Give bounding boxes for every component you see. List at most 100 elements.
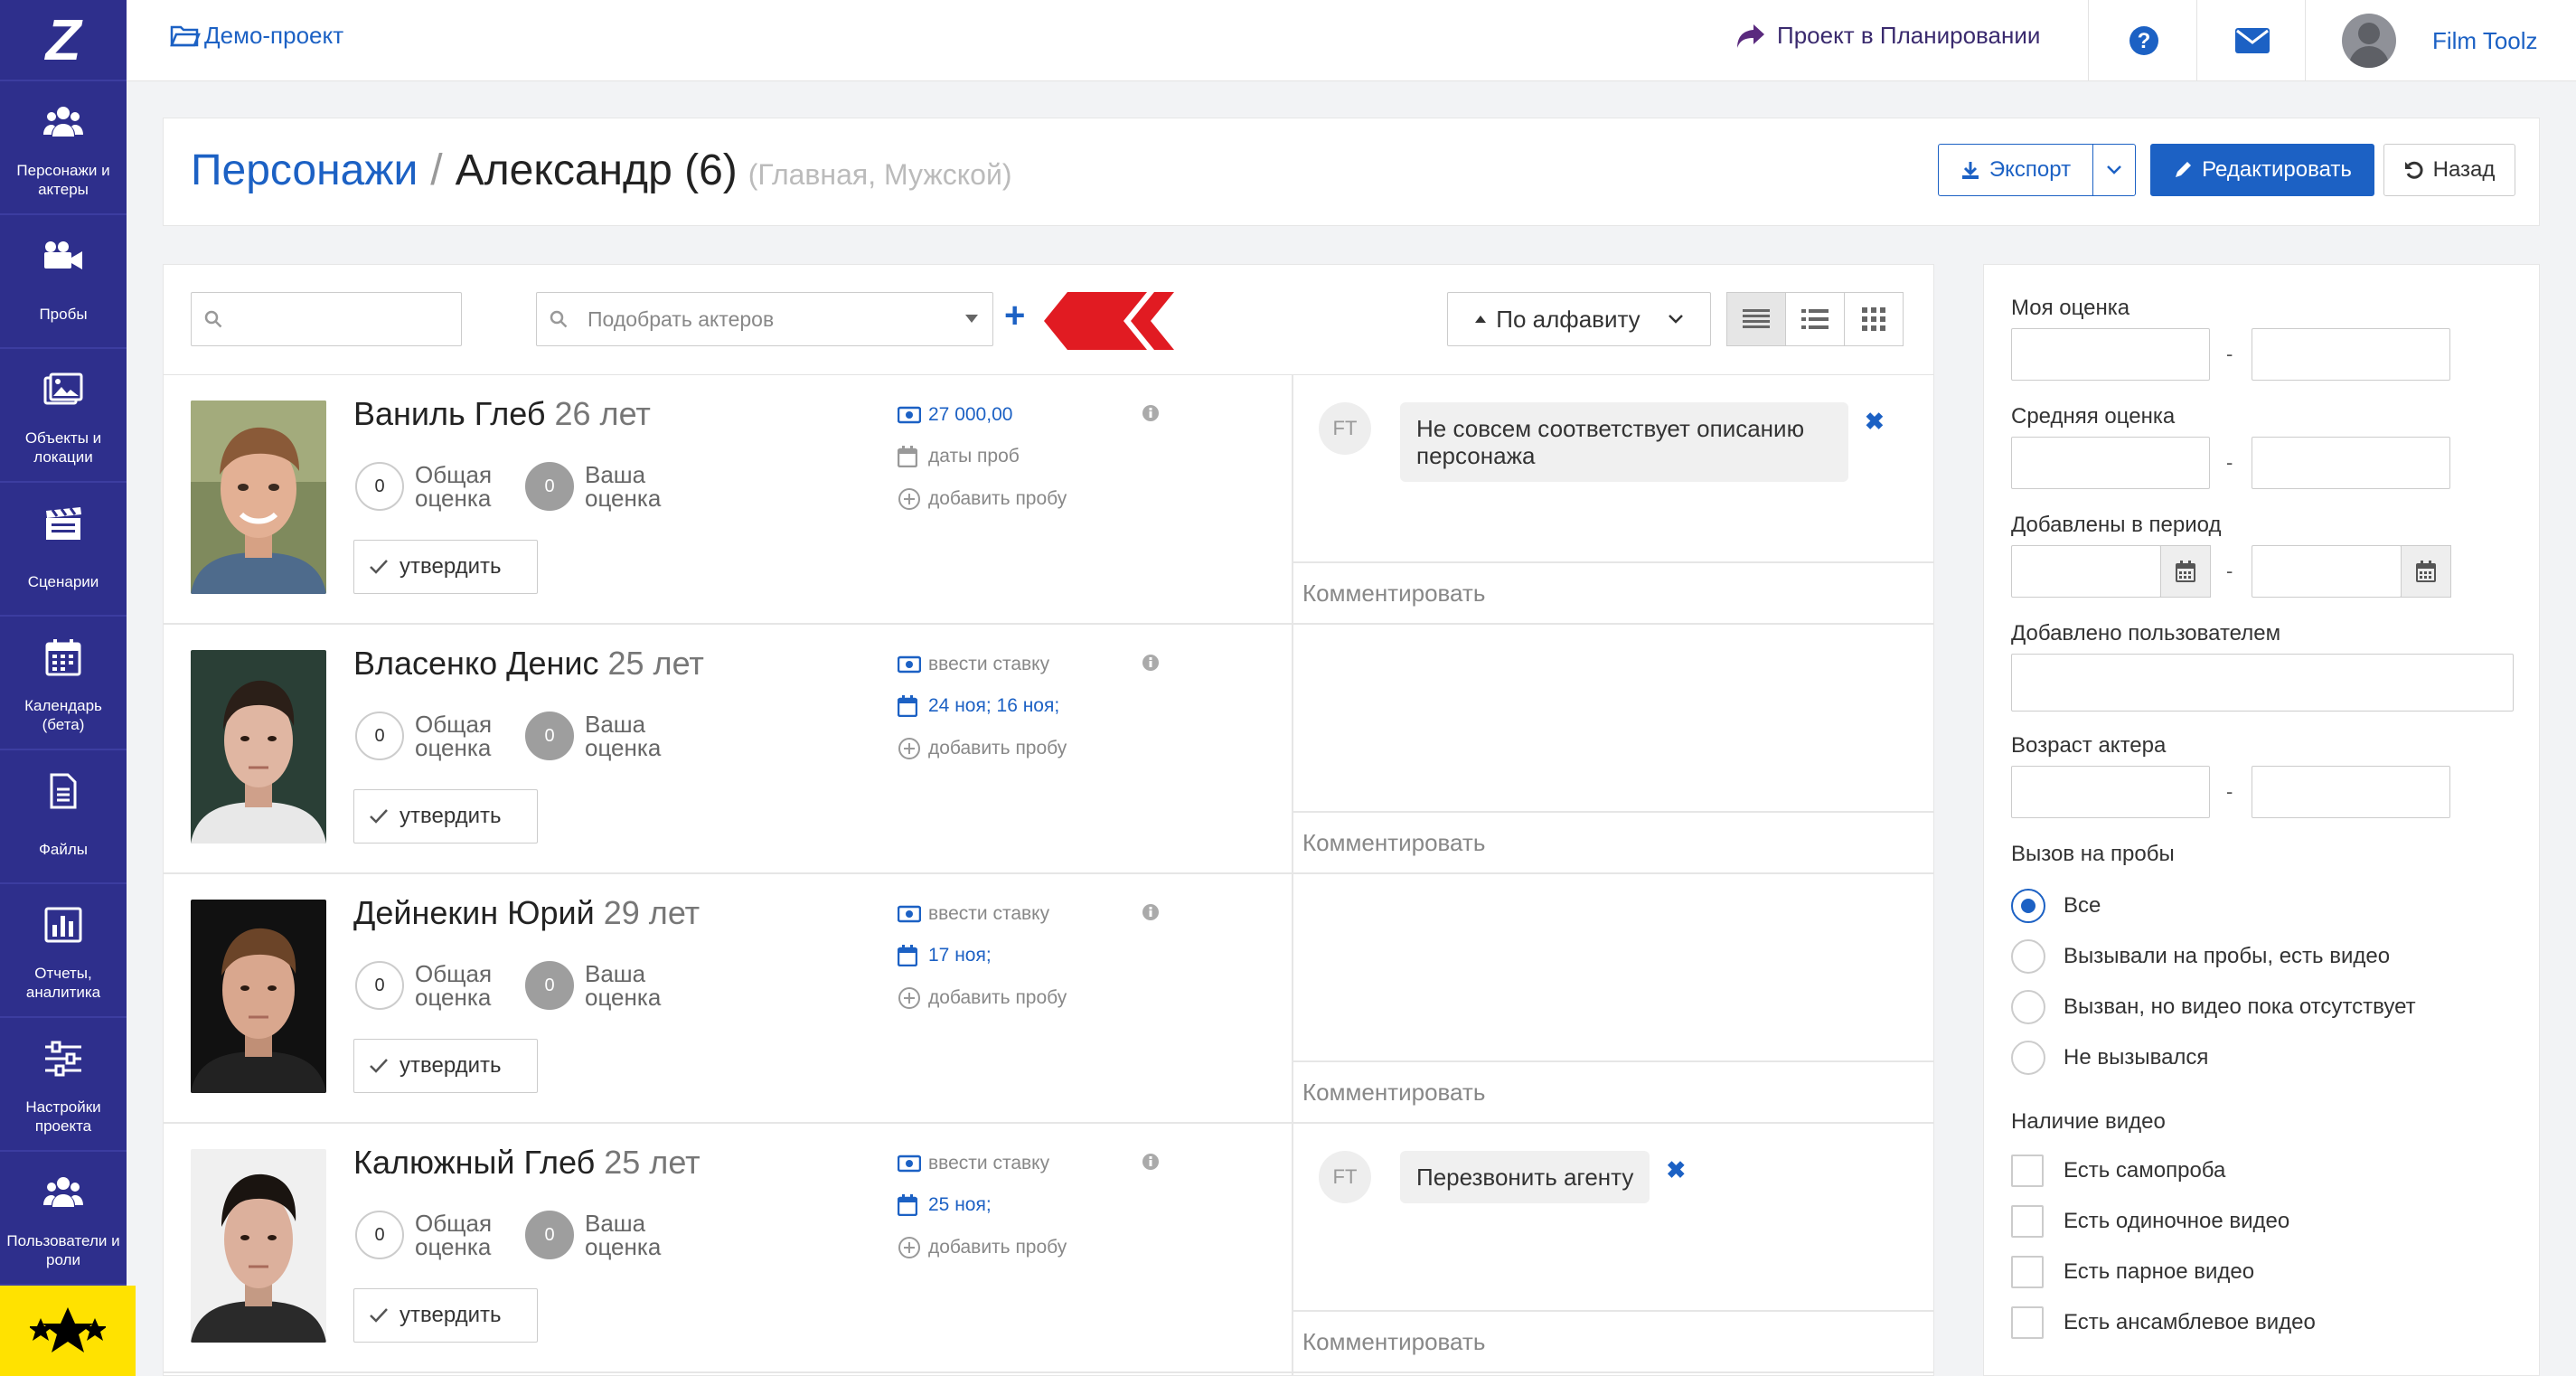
video-option-ensemble[interactable]: Есть ансамблевое видео — [2011, 1306, 2316, 1339]
add-test-link[interactable]: добавить пробу — [898, 737, 1067, 760]
search-input[interactable] — [191, 292, 462, 346]
actor-name[interactable]: Калюжный Глеб 25 лет — [353, 1144, 700, 1182]
actor-photo[interactable] — [191, 401, 326, 594]
sidebar-item-characters[interactable]: Персонажи и актеры — [0, 81, 127, 215]
user-menu[interactable]: Film Toolz — [2305, 0, 2576, 81]
sort-label: По алфавиту — [1496, 305, 1641, 333]
avg-rating-from-input[interactable] — [2011, 437, 2210, 489]
score-label: оценка — [585, 984, 662, 1011]
comment-input[interactable]: Комментировать — [1292, 811, 1933, 872]
view-list-button[interactable] — [1785, 292, 1845, 346]
info-icon[interactable] — [1142, 903, 1160, 921]
actor-test-dates[interactable]: 24 ноя; 16 ноя; — [898, 695, 1059, 717]
actor-age-label: Возраст актера — [2011, 733, 2167, 758]
info-icon[interactable] — [1142, 1153, 1160, 1171]
info-icon[interactable] — [1142, 404, 1160, 422]
your-score-value: 0 — [525, 462, 574, 511]
calendar-icon[interactable] — [2401, 545, 2451, 598]
actor-photo[interactable] — [191, 900, 326, 1093]
comment-input[interactable]: Комментировать — [1292, 1310, 1933, 1371]
your-score[interactable]: 0 Ваша оценка — [525, 961, 661, 1010]
pick-actors-select[interactable]: Подобрать актеров — [536, 292, 993, 346]
my-rating-to-input[interactable] — [2252, 328, 2450, 381]
age-to-input[interactable] — [2252, 766, 2450, 818]
sidebar-item-calendar[interactable]: Календарь (бета) — [0, 617, 127, 750]
collapse-arrows-icon[interactable] — [1040, 285, 1181, 357]
actor-name[interactable]: Власенко Денис 25 лет — [353, 645, 704, 683]
sidebar-item-reports[interactable]: Отчеты, аналитика — [0, 884, 127, 1018]
video-option-selftape[interactable]: Есть самопроба — [2011, 1155, 2225, 1187]
my-rating-from-input[interactable] — [2011, 328, 2210, 381]
overall-score-value: 0 — [355, 1211, 404, 1259]
actor-test-dates[interactable]: 17 ноя; — [898, 945, 992, 966]
app-logo[interactable]: Z — [0, 0, 127, 81]
download-icon — [1961, 162, 1979, 179]
approve-button[interactable]: утвердить — [353, 1288, 538, 1343]
actor-rate[interactable]: ввести ставку — [898, 654, 1049, 675]
sidebar-item-scripts[interactable]: Сценарии — [0, 483, 127, 617]
approve-button[interactable]: утвердить — [353, 540, 538, 594]
sidebar-item-tests[interactable]: Пробы — [0, 215, 127, 349]
project-name: Демо-проект — [204, 22, 344, 49]
edit-button[interactable]: Редактировать — [2150, 144, 2374, 196]
back-button[interactable]: Назад — [2383, 144, 2515, 196]
sort-select[interactable]: По алфавиту — [1447, 292, 1711, 346]
video-option-single[interactable]: Есть одиночное видео — [2011, 1205, 2289, 1238]
calendar-icon[interactable] — [2160, 545, 2211, 598]
your-score[interactable]: 0 Ваша оценка — [525, 712, 661, 760]
avg-rating-to-input[interactable] — [2252, 437, 2450, 489]
help-button[interactable]: ? — [2088, 0, 2198, 81]
actor-name[interactable]: Ваниль Глеб 26 лет — [353, 395, 651, 433]
actor-rate[interactable]: 27 000,00 — [898, 404, 1012, 426]
info-icon[interactable] — [1142, 654, 1160, 672]
actor-rate[interactable]: ввести ставку — [898, 903, 1049, 925]
call-option-all[interactable]: Все — [2011, 889, 2101, 923]
overall-label: Общая — [415, 1210, 493, 1237]
actor-name[interactable]: Дейнекин Юрий 29 лет — [353, 894, 700, 932]
your-score[interactable]: 0 Ваша оценка — [525, 462, 661, 511]
approve-button[interactable]: утвердить — [353, 789, 538, 844]
project-link[interactable]: Демо-проект — [170, 22, 343, 50]
call-option-no-video[interactable]: Вызван, но видео пока отсутствует — [2011, 990, 2416, 1024]
call-option-not-called[interactable]: Не вызывался — [2011, 1041, 2208, 1075]
sidebar-item-files[interactable]: Файлы — [0, 750, 127, 884]
view-list-dense-button[interactable] — [1726, 292, 1786, 346]
view-grid-button[interactable] — [1844, 292, 1904, 346]
added-to-date-input[interactable] — [2252, 545, 2402, 598]
actor-test-dates[interactable]: даты проб — [898, 446, 1020, 467]
planning-status[interactable]: Проект в Планировании — [1735, 22, 2040, 50]
comment-input[interactable]: Комментировать — [1292, 561, 1933, 623]
export-button[interactable]: Экспорт — [1938, 144, 2093, 196]
sidebar-item-locations[interactable]: Объекты и локации — [0, 349, 127, 483]
added-from-date-input[interactable] — [2011, 545, 2161, 598]
added-by-input[interactable] — [2011, 654, 2514, 712]
your-score[interactable]: 0 Ваша оценка — [525, 1211, 661, 1259]
actor-photo[interactable] — [191, 1149, 326, 1343]
export-dropdown-button[interactable] — [2092, 144, 2136, 196]
money-icon — [898, 655, 928, 674]
radio — [2011, 990, 2045, 1024]
approve-button[interactable]: утвердить — [353, 1039, 538, 1093]
actor-test-dates-value: 25 ноя; — [928, 1194, 992, 1215]
radio-selected — [2011, 889, 2045, 923]
overall-score-value: 0 — [355, 462, 404, 511]
actor-rate[interactable]: ввести ставку — [898, 1153, 1049, 1174]
add-test-link[interactable]: добавить пробу — [898, 487, 1067, 511]
delete-comment-icon[interactable]: ✖ — [1865, 408, 1885, 436]
delete-comment-icon[interactable]: ✖ — [1666, 1156, 1686, 1184]
call-option-with-video[interactable]: Вызывали на пробы, есть видео — [2011, 939, 2390, 974]
comment-input[interactable]: Комментировать — [1292, 1060, 1933, 1122]
star-icon[interactable] — [0, 1286, 136, 1376]
sidebar-item-settings[interactable]: Настройки проекта — [0, 1018, 127, 1152]
breadcrumb-characters-link[interactable]: Персонажи — [191, 146, 418, 195]
messages-button[interactable] — [2196, 0, 2307, 81]
add-test-link[interactable]: добавить пробу — [898, 986, 1067, 1010]
actor-photo[interactable] — [191, 650, 326, 844]
sidebar-item-users[interactable]: Пользователи и роли — [0, 1152, 127, 1286]
add-test-link[interactable]: добавить пробу — [898, 1236, 1067, 1259]
actor-test-dates[interactable]: 25 ноя; — [898, 1194, 992, 1216]
age-from-input[interactable] — [2011, 766, 2210, 818]
add-actor-button[interactable]: + — [1004, 297, 1025, 334]
video-option-pair[interactable]: Есть парное видео — [2011, 1256, 2254, 1288]
page-header: Персонажи / Александр (6) (Главная, Мужс… — [163, 118, 2540, 226]
